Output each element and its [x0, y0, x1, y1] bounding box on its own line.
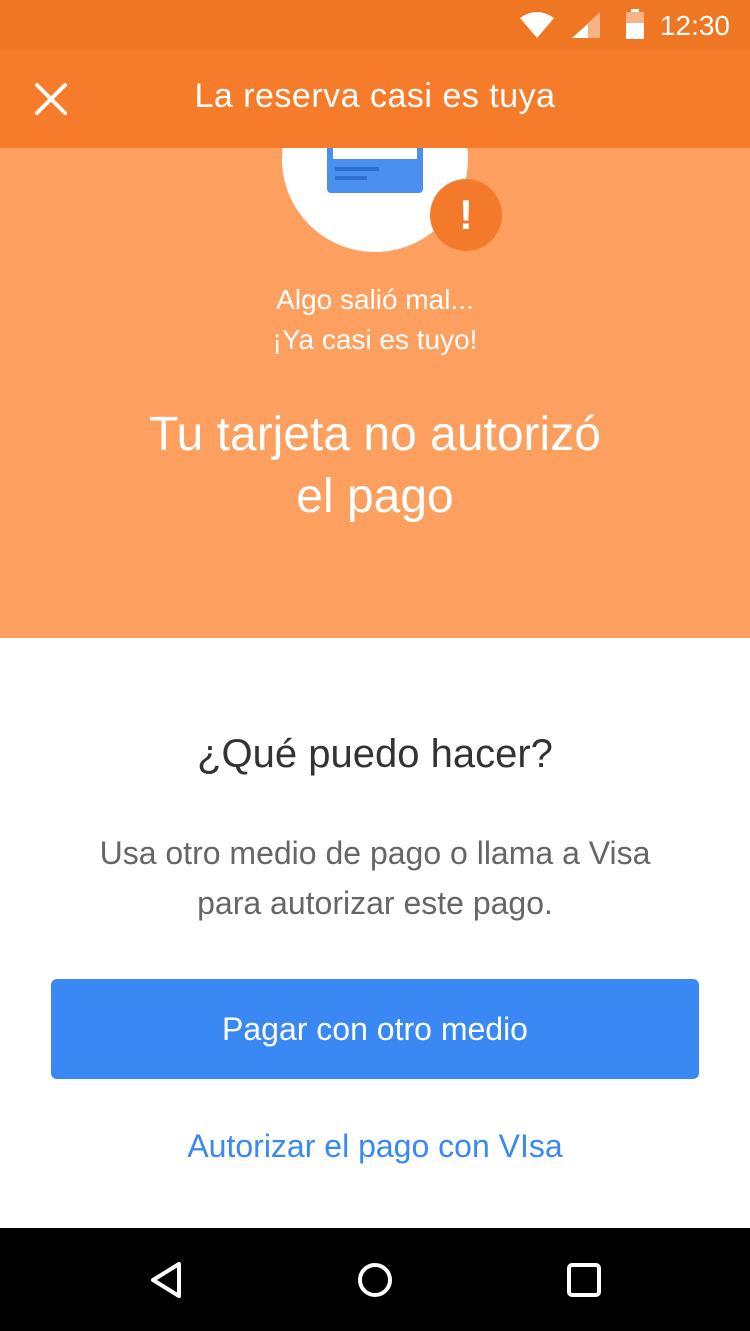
subtitle-line-1: Algo salió mal...	[276, 284, 474, 315]
signal-icon	[572, 12, 600, 38]
battery-icon	[626, 9, 644, 39]
headline-line-2: el pago	[296, 470, 454, 523]
subtitle-line-2: ¡Ya casi es tuyo!	[272, 324, 478, 355]
status-bar: 12:30	[0, 0, 750, 50]
system-nav-bar	[0, 1228, 750, 1331]
app-bar: La reserva casi es tuya	[0, 50, 750, 148]
help-question: ¿Qué puedo hacer?	[197, 732, 553, 776]
back-icon	[151, 1262, 181, 1298]
wifi-icon	[520, 12, 554, 38]
desc-line-1: Usa otro medio de pago o llama a Visa	[99, 835, 651, 871]
home-icon	[358, 1263, 392, 1297]
content-section: ¿Qué puedo hacer? Usa otro medio de pago…	[0, 638, 750, 1228]
error-hero: ! Algo salió mal... ¡Ya casi es tuyo! Tu…	[0, 148, 750, 638]
desc-line-2: para autorizar este pago.	[197, 885, 553, 921]
error-headline: Tu tarjeta no autorizó el pago	[0, 404, 750, 528]
recents-button[interactable]	[556, 1252, 612, 1308]
pay-other-method-button[interactable]: Pagar con otro medio	[51, 979, 699, 1079]
home-button[interactable]	[347, 1252, 403, 1308]
error-subtitle: Algo salió mal... ¡Ya casi es tuyo!	[0, 280, 750, 360]
back-button[interactable]	[139, 1252, 195, 1308]
alert-icon: !	[430, 179, 502, 251]
recents-icon	[567, 1263, 601, 1297]
status-time: 12:30	[659, 10, 730, 41]
authorize-visa-link[interactable]: Autorizar el pago con VIsa	[0, 1128, 750, 1165]
headline-line-1: Tu tarjeta no autorizó	[149, 408, 601, 461]
page-title: La reserva casi es tuya	[194, 77, 556, 115]
credit-card-icon	[327, 148, 423, 193]
help-description: Usa otro medio de pago o llama a Visa pa…	[40, 828, 710, 928]
